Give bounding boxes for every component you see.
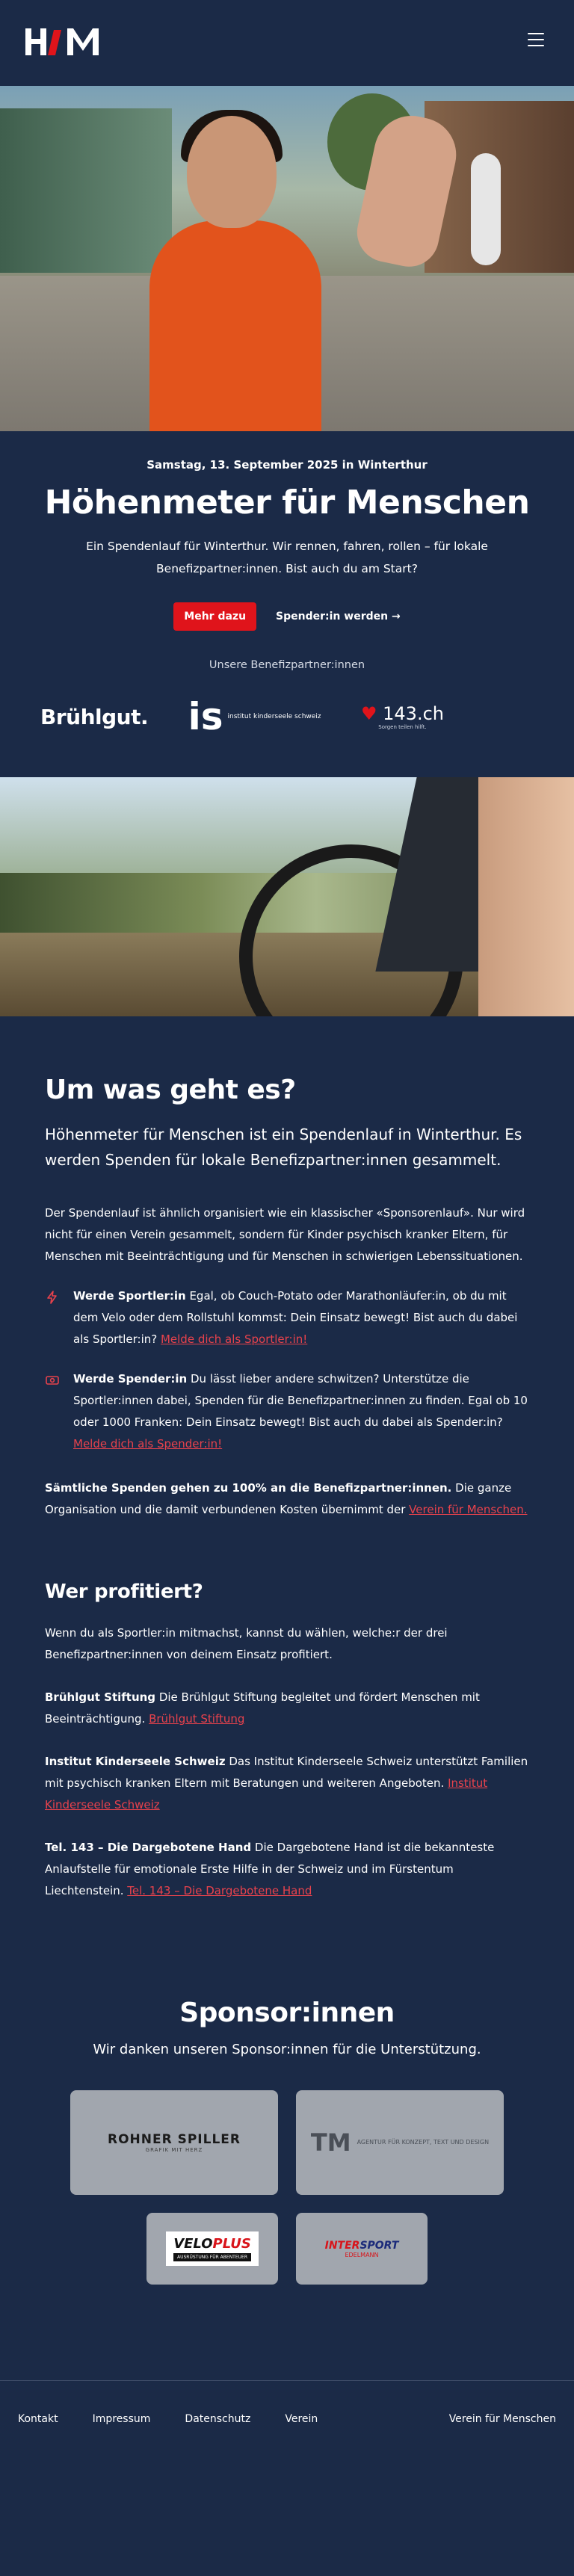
hamburger-icon[interactable] (528, 33, 544, 46)
footer-link-impressum[interactable]: Impressum (93, 2413, 151, 2425)
hero-lead: Ein Spendenlauf für Winterthur. Wir renn… (86, 540, 488, 575)
about-section: Um was geht es? Höhenmeter für Menschen … (0, 1016, 574, 1902)
feature-donor: Werde Spender:in Du lässt lieber andere … (45, 1368, 529, 1455)
list-item: Institut Kinderseele Schweiz Das Institu… (45, 1755, 528, 1811)
sponsor-intersport[interactable]: INTERSPORT EDELMANN (296, 2213, 428, 2285)
bruehlgut-logo[interactable]: Brühlgut. (40, 705, 149, 729)
sponsor-veloplus[interactable]: VELOPLUS AUSRÜSTUNG FÜR ABENTEUER (146, 2213, 278, 2285)
event-date: Samstag, 13. September 2025 in Winterthu… (146, 458, 428, 472)
partners-label: Unsere Benefizpartner:innen (209, 659, 365, 671)
footer-link-kontakt[interactable]: Kontakt (18, 2413, 58, 2425)
sponsors-row: VELOPLUS AUSRÜSTUNG FÜR ABENTEUER INTERS… (0, 2213, 574, 2285)
bruehlgut-link[interactable]: Brühlgut Stiftung (149, 1712, 244, 1726)
sponsor-rohner-spiller[interactable]: ROHNER SPILLER GRAFIK MIT HERZ (70, 2090, 278, 2195)
page-title: Höhenmeter für Menschen (44, 484, 530, 522)
sponsor-tm[interactable]: TM AGENTUR FÜR KONZEPT, TEXT UND DESIGN (296, 2090, 504, 2195)
become-donor-link[interactable]: Spender:in werden → (276, 611, 401, 623)
footer-link-datenschutz[interactable]: Datenschutz (185, 2413, 250, 2425)
profit-title: Wer profitiert? (45, 1581, 203, 1603)
site-footer: Kontakt Impressum Datenschutz Verein Ver… (0, 2380, 574, 2456)
feature-athlete: Werde Sportler:in Egal, ob Couch-Potato … (45, 1285, 529, 1350)
footer-verein-name[interactable]: Verein für Menschen (449, 2413, 556, 2425)
profit-intro: Wenn du als Sportler:in mitmachst, kanns… (45, 1626, 448, 1661)
donation-note: Sämtliche Spenden gehen zu 100% an die B… (45, 1481, 528, 1516)
sponsors-row: ROHNER SPILLER GRAFIK MIT HERZ TM AGENTU… (0, 2090, 574, 2195)
verein-link[interactable]: Verein für Menschen. (409, 1503, 527, 1516)
kinderseele-logo[interactable]: is institut kinderseele schweiz (188, 698, 321, 735)
list-item: Tel. 143 – Die Dargebotene Hand Die Darg… (45, 1841, 495, 1897)
dargebotene-link[interactable]: Tel. 143 – Die Dargebotene Hand (127, 1884, 312, 1897)
lightning-icon (45, 1285, 61, 1350)
about-paragraph: Der Spendenlauf ist ähnlich organisiert … (45, 1206, 525, 1263)
athlete-signup-link[interactable]: Melde dich als Sportler:in! (161, 1332, 307, 1346)
more-info-button[interactable]: Mehr dazu (173, 602, 257, 631)
hero-image (0, 86, 574, 431)
hero-intro: Samstag, 13. September 2025 in Winterthu… (0, 431, 574, 746)
bike-image (0, 777, 574, 1016)
site-header (0, 0, 574, 86)
money-icon (45, 1368, 61, 1455)
profit-list: Wenn du als Sportler:in mitmachst, kanns… (45, 1622, 529, 1902)
cta-row: Mehr dazu Spender:in werden → (30, 602, 544, 631)
about-subtitle: Höhenmeter für Menschen ist ein Spendenl… (45, 1125, 522, 1169)
partners-logos: Brühlgut. is institut kinderseele schwei… (30, 671, 544, 746)
list-item: Brühlgut Stiftung Die Brühlgut Stiftung … (45, 1690, 480, 1726)
about-title: Um was geht es? (45, 1075, 296, 1105)
donor-signup-link[interactable]: Melde dich als Spender:in! (73, 1437, 222, 1451)
sponsors-title: Sponsor:innen (179, 1998, 395, 2028)
dargebotene-hand-logo[interactable]: ♥ 143.ch Sorgen teilen hilft. (361, 703, 444, 730)
sponsors-subtitle: Wir danken unseren Sponsor:innen für die… (93, 2042, 481, 2057)
footer-link-verein[interactable]: Verein (285, 2413, 318, 2425)
sponsors-section: Sponsor:innen Wir danken unseren Sponsor… (0, 1902, 574, 2285)
hfm-logo[interactable] (25, 24, 100, 58)
